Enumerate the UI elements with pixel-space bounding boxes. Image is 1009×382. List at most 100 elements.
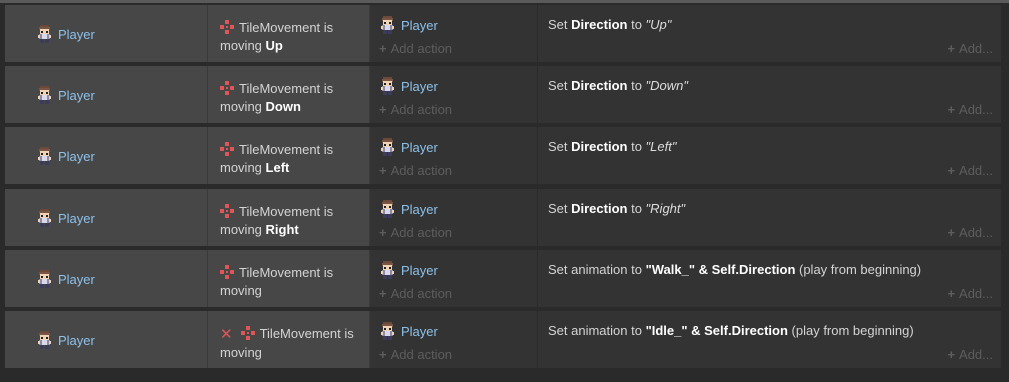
player-sprite-icon (37, 86, 52, 104)
condition-cell[interactable]: TileMovement is moving Down (208, 66, 370, 123)
action-object-cell[interactable]: Player + Add action (370, 311, 538, 368)
condition-object-cell[interactable]: Player (5, 189, 208, 246)
condition-object-name: Player (58, 87, 95, 103)
actions-area: Player + Add action Set Direction to "Do… (370, 66, 1001, 123)
condition-cell[interactable]: TileMovement is moving Up (208, 5, 370, 62)
condition-text[interactable]: TileMovement is moving Up (220, 19, 360, 55)
add-action-button[interactable]: + Add action (379, 286, 452, 301)
action-cell[interactable]: Set Direction to "Up" + Add... (538, 5, 1001, 62)
tile-movement-icon (220, 204, 234, 218)
action-object-cell[interactable]: Player + Add action (370, 250, 538, 307)
event-row[interactable]: Player TileMovement is moving Left Playe… (5, 127, 1001, 184)
add-action-label: Add action (390, 347, 453, 362)
condition-text[interactable]: TileMovement is moving (220, 264, 360, 300)
action-cell[interactable]: Set animation to "Walk_" & Self.Directio… (538, 250, 1001, 307)
action-parameter: Direction (571, 78, 628, 93)
add-action-label: Add action (390, 163, 453, 178)
condition-cell[interactable]: ✕ TileMovement is moving (208, 311, 370, 368)
add-more-button[interactable]: + Add... (947, 347, 993, 362)
add-action-button[interactable]: + Add action (379, 347, 452, 362)
actions-area: Player + Add action Set Direction to "Ri… (370, 189, 1001, 246)
player-sprite-icon (380, 200, 395, 218)
condition-object-cell[interactable]: Player (5, 127, 208, 184)
event-row[interactable]: Player TileMovement is moving Up Player … (5, 5, 1001, 62)
actions-area: Player + Add action Set animation to "Wa… (370, 250, 1001, 307)
add-action-button[interactable]: + Add action (379, 102, 452, 117)
action-object[interactable]: Player (380, 77, 438, 95)
condition-object[interactable]: Player (37, 270, 95, 288)
action-verb: Set (548, 139, 572, 154)
condition-cell[interactable]: TileMovement is moving Left (208, 127, 370, 184)
player-sprite-icon (37, 209, 52, 227)
condition-cell[interactable]: TileMovement is moving (208, 250, 370, 307)
player-sprite-icon (380, 16, 395, 34)
add-more-button[interactable]: + Add... (947, 286, 993, 301)
action-object[interactable]: Player (380, 322, 438, 340)
condition-text[interactable]: TileMovement is moving Left (220, 141, 360, 177)
add-action-button[interactable]: + Add action (379, 163, 452, 178)
action-connector: to (627, 17, 646, 32)
player-sprite-icon (37, 25, 52, 43)
add-action-label: Add action (390, 41, 453, 56)
action-object-cell[interactable]: Player + Add action (370, 189, 538, 246)
action-text[interactable]: Set animation to "Walk_" & Self.Directio… (548, 262, 921, 277)
action-object[interactable]: Player (380, 200, 438, 218)
action-connector: to (627, 201, 646, 216)
condition-text[interactable]: TileMovement is moving Right (220, 203, 360, 239)
event-row[interactable]: Player TileMovement is moving Right Play… (5, 189, 1001, 246)
add-more-label: Add... (959, 102, 993, 117)
condition-object-cell[interactable]: Player (5, 311, 208, 368)
condition-object[interactable]: Player (37, 86, 95, 104)
condition-object[interactable]: Player (37, 25, 95, 43)
action-text[interactable]: Set Direction to "Left" (548, 139, 676, 154)
add-more-button[interactable]: + Add... (947, 41, 993, 56)
add-action-label: Add action (390, 286, 453, 301)
player-sprite-icon (37, 147, 52, 165)
condition-object-cell[interactable]: Player (5, 66, 208, 123)
condition-object[interactable]: Player (37, 147, 95, 165)
event-row[interactable]: Player TileMovement is moving Down Playe… (5, 66, 1001, 123)
tile-movement-icon (220, 20, 234, 34)
sheet-top-edge (0, 0, 1009, 3)
event-row[interactable]: Player ✕ TileMovement is moving Player + … (5, 311, 1001, 368)
action-value: "Up" (645, 17, 672, 32)
add-more-label: Add... (959, 286, 993, 301)
action-object-cell[interactable]: Player + Add action (370, 127, 538, 184)
action-cell[interactable]: Set Direction to "Left" + Add... (538, 127, 1001, 184)
add-action-button[interactable]: + Add action (379, 225, 452, 240)
plus-icon: + (379, 225, 387, 240)
action-object[interactable]: Player (380, 138, 438, 156)
action-suffix: (play from beginning) (787, 323, 914, 338)
add-action-label: Add action (390, 225, 453, 240)
add-action-button[interactable]: + Add action (379, 41, 452, 56)
action-text[interactable]: Set Direction to "Up" (548, 17, 671, 32)
action-text[interactable]: Set Direction to "Right" (548, 201, 685, 216)
condition-text[interactable]: TileMovement is moving Down (220, 80, 360, 116)
add-more-button[interactable]: + Add... (947, 163, 993, 178)
tile-movement-icon (220, 81, 234, 95)
condition-cell[interactable]: TileMovement is moving Right (208, 189, 370, 246)
action-object[interactable]: Player (380, 16, 438, 34)
action-cell[interactable]: Set animation to "Idle_" & Self.Directio… (538, 311, 1001, 368)
condition-text[interactable]: ✕ TileMovement is moving (220, 325, 360, 362)
plus-icon: + (379, 286, 387, 301)
action-object-cell[interactable]: Player + Add action (370, 66, 538, 123)
action-text[interactable]: Set Direction to "Down" (548, 78, 688, 93)
event-row[interactable]: Player TileMovement is moving Player + A… (5, 250, 1001, 307)
action-object-cell[interactable]: Player + Add action (370, 5, 538, 62)
condition-object-name: Player (58, 148, 95, 164)
condition-object[interactable]: Player (37, 209, 95, 227)
action-cell[interactable]: Set Direction to "Right" + Add... (538, 189, 1001, 246)
action-object[interactable]: Player (380, 261, 438, 279)
plus-icon: + (379, 102, 387, 117)
plus-icon: + (379, 41, 387, 56)
action-cell[interactable]: Set Direction to "Down" + Add... (538, 66, 1001, 123)
condition-object-cell[interactable]: Player (5, 250, 208, 307)
action-text[interactable]: Set animation to "Idle_" & Self.Directio… (548, 323, 914, 338)
add-more-button[interactable]: + Add... (947, 102, 993, 117)
condition-object-cell[interactable]: Player (5, 5, 208, 62)
action-parameter: Direction (571, 17, 628, 32)
add-more-button[interactable]: + Add... (947, 225, 993, 240)
condition-object[interactable]: Player (37, 331, 95, 349)
action-parameter: "Walk_" & Self.Direction (645, 262, 796, 277)
